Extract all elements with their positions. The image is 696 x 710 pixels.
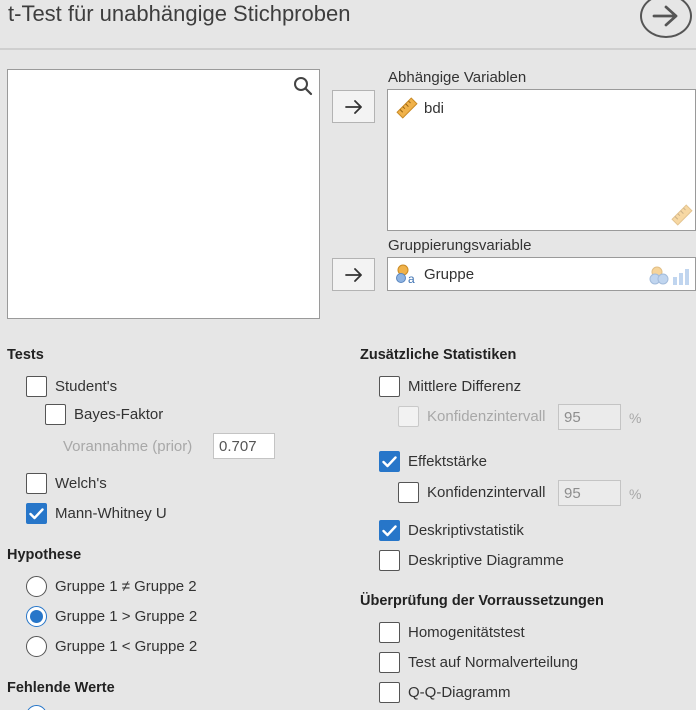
bayes-factor-option[interactable]: Bayes-Faktor bbox=[45, 404, 163, 425]
missing-values-radio[interactable] bbox=[26, 705, 47, 710]
student-checkbox[interactable] bbox=[26, 376, 47, 397]
hypothesis-neq-label: Gruppe 1 ≠ Gruppe 2 bbox=[55, 578, 197, 595]
homogeneity-option[interactable]: Homogenitätstest bbox=[379, 622, 525, 643]
student-option[interactable]: Student's bbox=[26, 376, 117, 397]
hypothesis-heading: Hypothese bbox=[7, 547, 82, 563]
effect-size-ci-checkbox[interactable] bbox=[398, 482, 419, 503]
effect-size-option[interactable]: Effektstärke bbox=[379, 451, 487, 472]
mean-diff-ci-unit: % bbox=[629, 410, 642, 426]
ruler-icon bbox=[396, 97, 418, 119]
mann-whitney-checkbox[interactable] bbox=[26, 503, 47, 524]
ruler-icon bbox=[671, 204, 693, 226]
descriptive-plots-label: Deskriptive Diagramme bbox=[408, 552, 564, 569]
assumptions-heading: Überprüfung der Vorraussetzungen bbox=[360, 593, 604, 609]
qq-plot-option[interactable]: Q-Q-Diagramm bbox=[379, 682, 511, 703]
effect-size-label: Effektstärke bbox=[408, 453, 487, 470]
grouping-variable-box[interactable]: a Gruppe bbox=[387, 257, 696, 291]
list-item[interactable]: bdi bbox=[396, 97, 444, 119]
student-label: Student's bbox=[55, 378, 118, 395]
checkmark-icon bbox=[382, 524, 397, 536]
homogeneity-checkbox[interactable] bbox=[379, 622, 400, 643]
mean-difference-option[interactable]: Mittlere Differenz bbox=[379, 376, 521, 397]
bayes-factor-label: Bayes-Faktor bbox=[74, 406, 164, 423]
descriptives-label: Deskriptivstatistik bbox=[408, 522, 524, 539]
move-to-dependent-button[interactable] bbox=[332, 90, 375, 123]
homogeneity-label: Homogenitätstest bbox=[408, 624, 525, 641]
arrow-right-icon bbox=[344, 99, 362, 114]
qq-plot-label: Q-Q-Diagramm bbox=[408, 684, 511, 701]
mann-whitney-option[interactable]: Mann-Whitney U bbox=[26, 503, 167, 524]
welch-label: Welch's bbox=[55, 475, 107, 492]
mean-diff-ci-checkbox bbox=[398, 406, 419, 427]
move-to-grouping-button[interactable] bbox=[332, 258, 375, 291]
welch-option[interactable]: Welch's bbox=[26, 473, 107, 494]
normality-checkbox[interactable] bbox=[379, 652, 400, 673]
grouping-variable-label: Gruppierungsvariable bbox=[388, 237, 532, 254]
hypothesis-option-neq[interactable]: Gruppe 1 ≠ Gruppe 2 bbox=[26, 576, 197, 597]
bayes-factor-checkbox[interactable] bbox=[45, 404, 66, 425]
grouping-variable-name: Gruppe bbox=[424, 265, 475, 283]
effect-size-checkbox[interactable] bbox=[379, 451, 400, 472]
effect-size-ci-unit: % bbox=[629, 486, 642, 502]
nominal-ordinal-icon bbox=[649, 266, 689, 285]
hypothesis-lt-label: Gruppe 1 < Gruppe 2 bbox=[55, 638, 198, 655]
radio-dot bbox=[30, 610, 43, 623]
tests-heading: Tests bbox=[7, 347, 44, 363]
dependent-variable-name: bdi bbox=[424, 99, 445, 117]
mean-diff-ci-label: Konfidenzintervall bbox=[427, 408, 546, 425]
effect-size-ci-input[interactable] bbox=[558, 480, 621, 506]
checkmark-icon bbox=[29, 507, 44, 519]
prior-label: Vorannahme (prior) bbox=[63, 438, 193, 455]
mean-diff-ci-option: Konfidenzintervall bbox=[398, 406, 545, 427]
descriptive-plots-checkbox[interactable] bbox=[379, 550, 400, 571]
hypothesis-option-gt[interactable]: Gruppe 1 > Gruppe 2 bbox=[26, 606, 197, 627]
additional-statistics-heading: Zusätzliche Statistiken bbox=[360, 347, 517, 363]
prior-input[interactable] bbox=[213, 433, 275, 459]
arrow-right-circle-icon bbox=[652, 5, 678, 27]
effect-size-ci-label: Konfidenzintervall bbox=[427, 484, 546, 501]
mann-whitney-label: Mann-Whitney U bbox=[55, 505, 167, 522]
hypothesis-neq-radio[interactable] bbox=[26, 576, 47, 597]
search-icon[interactable] bbox=[293, 76, 313, 96]
qq-plot-checkbox[interactable] bbox=[379, 682, 400, 703]
missing-values-heading: Fehlende Werte bbox=[7, 680, 115, 696]
title-divider bbox=[0, 48, 696, 50]
page-title: t-Test für unabhängige Stichproben bbox=[8, 1, 351, 26]
list-item[interactable]: a Gruppe bbox=[396, 264, 474, 284]
descriptive-plots-option[interactable]: Deskriptive Diagramme bbox=[379, 550, 564, 571]
normality-label: Test auf Normalverteilung bbox=[408, 654, 579, 671]
run-analysis-button[interactable] bbox=[640, 0, 692, 38]
svg-text:a: a bbox=[408, 272, 415, 284]
hypothesis-gt-radio[interactable] bbox=[26, 606, 47, 627]
descriptives-option[interactable]: Deskriptivstatistik bbox=[379, 520, 524, 541]
available-variables-list[interactable] bbox=[7, 69, 320, 319]
checkmark-icon bbox=[382, 455, 397, 467]
dependent-variables-label: Abhängige Variablen bbox=[388, 69, 527, 86]
mean-difference-checkbox[interactable] bbox=[379, 376, 400, 397]
effect-size-ci-option[interactable]: Konfidenzintervall bbox=[398, 482, 545, 503]
normality-option[interactable]: Test auf Normalverteilung bbox=[379, 652, 578, 673]
mean-diff-ci-input bbox=[558, 404, 621, 430]
hypothesis-lt-radio[interactable] bbox=[26, 636, 47, 657]
mean-difference-label: Mittlere Differenz bbox=[408, 378, 522, 395]
hypothesis-option-lt[interactable]: Gruppe 1 < Gruppe 2 bbox=[26, 636, 197, 657]
dependent-variables-box[interactable]: bdi bbox=[387, 89, 696, 231]
arrow-right-icon bbox=[344, 267, 362, 282]
nominal-text-icon: a bbox=[396, 264, 415, 284]
hypothesis-gt-label: Gruppe 1 > Gruppe 2 bbox=[55, 608, 198, 625]
descriptives-checkbox[interactable] bbox=[379, 520, 400, 541]
welch-checkbox[interactable] bbox=[26, 473, 47, 494]
